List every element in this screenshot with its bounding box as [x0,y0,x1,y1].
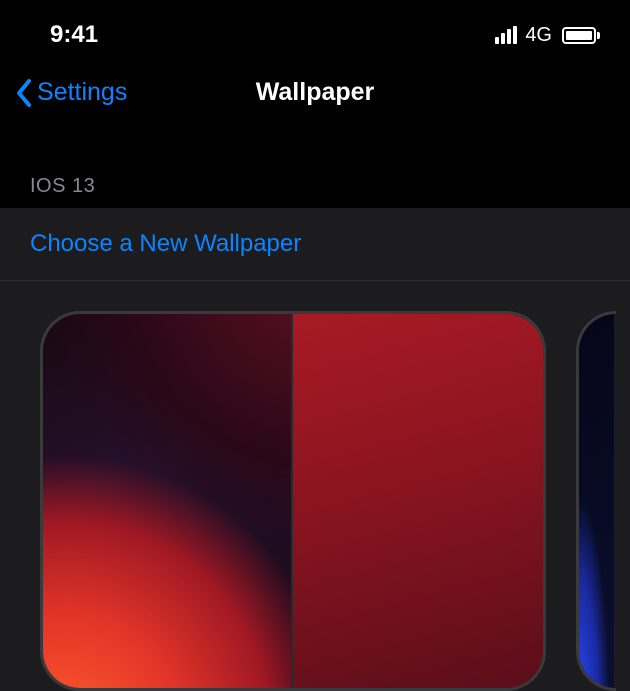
section-header: IOS 13 [0,150,630,208]
status-time: 9:41 [50,21,98,49]
battery-icon [562,27,600,44]
wallpaper-preview-scroll[interactable] [0,281,630,691]
navigation-bar: Settings Wallpaper [0,65,630,120]
lock-screen-preview [579,314,616,688]
lock-screen-preview [43,314,293,688]
status-bar: 9:41 4G [0,0,630,65]
chevron-left-icon [15,78,35,108]
content-area: Choose a New Wallpaper [0,208,630,691]
back-button[interactable]: Settings [15,78,127,108]
page-title: Wallpaper [256,78,375,107]
section-header-label: IOS 13 [30,175,600,198]
wallpaper-preview-pair[interactable] [576,311,616,691]
choose-wallpaper-row[interactable]: Choose a New Wallpaper [0,208,630,281]
home-screen-preview [293,314,543,688]
network-type-label: 4G [525,24,552,47]
back-label: Settings [37,78,127,107]
choose-wallpaper-label: Choose a New Wallpaper [30,230,600,258]
cellular-signal-icon [495,26,517,44]
status-indicators: 4G [495,24,600,47]
wallpaper-preview-pair[interactable] [40,311,546,691]
